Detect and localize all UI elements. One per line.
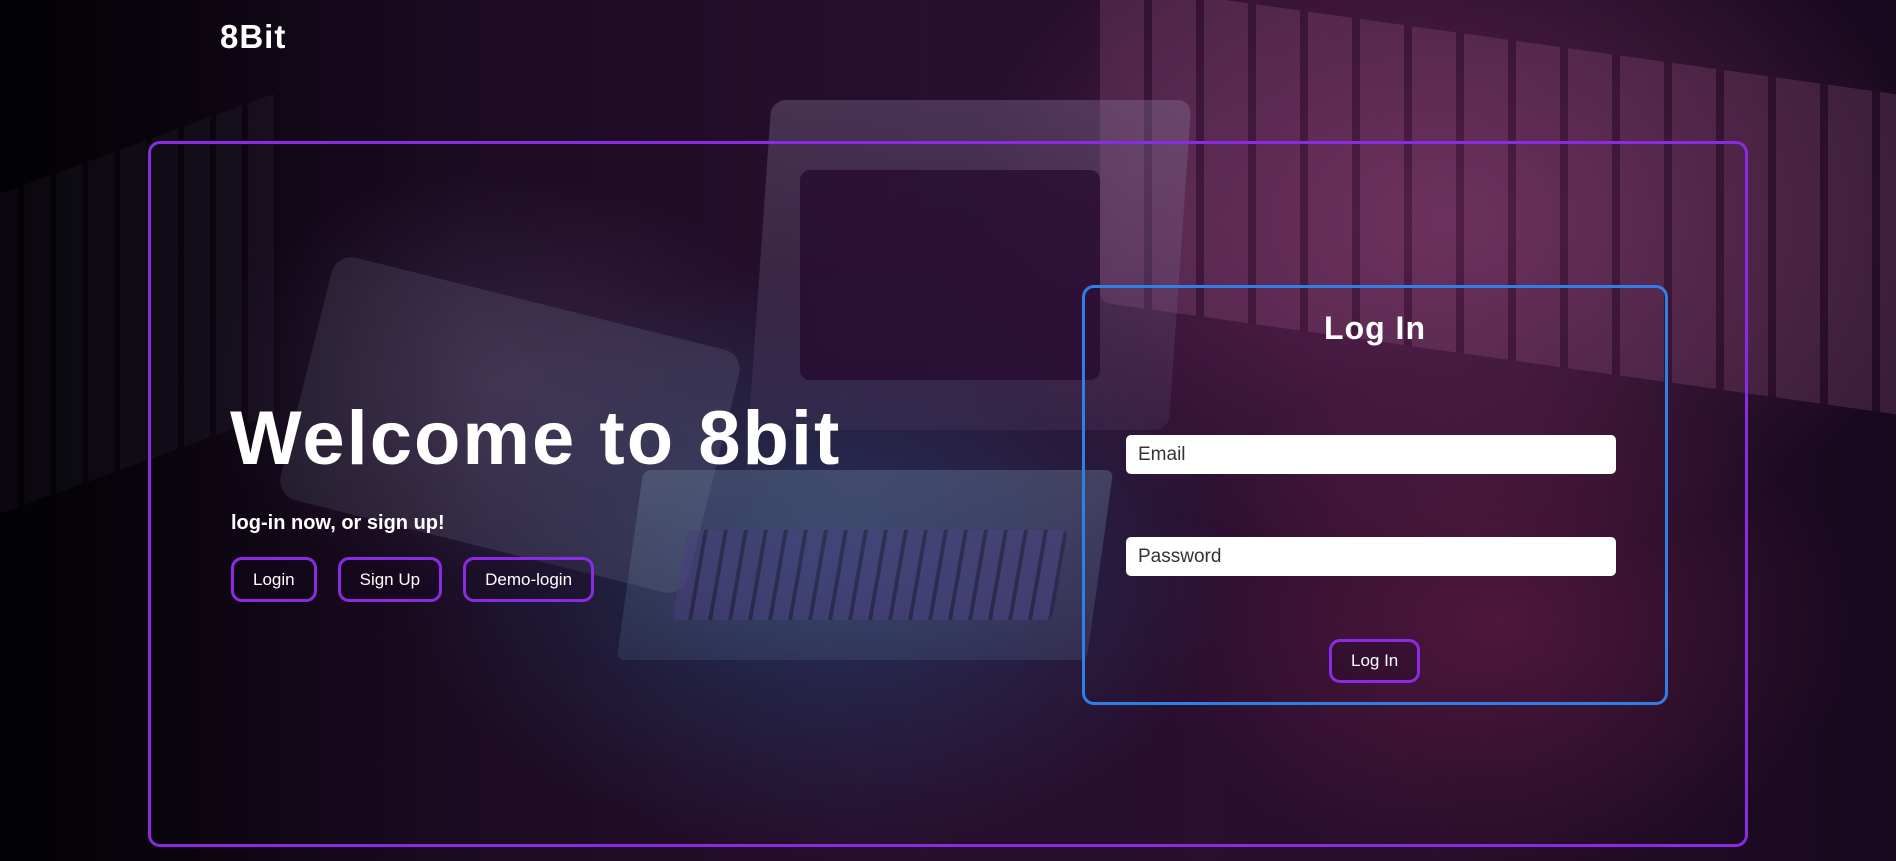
login-form-title: Log In: [1324, 310, 1426, 346]
password-field[interactable]: [1126, 537, 1616, 576]
site-logo[interactable]: 8Bit: [220, 18, 286, 56]
login-form-card: Log In Log In: [1082, 285, 1668, 705]
page-title: Welcome to 8bit: [230, 396, 842, 481]
hero-tagline: log-in now, or sign up!: [231, 512, 445, 534]
login-submit-button[interactable]: Log In: [1329, 639, 1421, 683]
login-button[interactable]: Login: [231, 557, 317, 602]
demo-login-button[interactable]: Demo-login: [463, 557, 595, 602]
signup-button[interactable]: Sign Up: [337, 557, 443, 602]
email-field[interactable]: [1126, 435, 1616, 474]
hero-button-row: Login Sign Up Demo-login: [231, 557, 595, 602]
